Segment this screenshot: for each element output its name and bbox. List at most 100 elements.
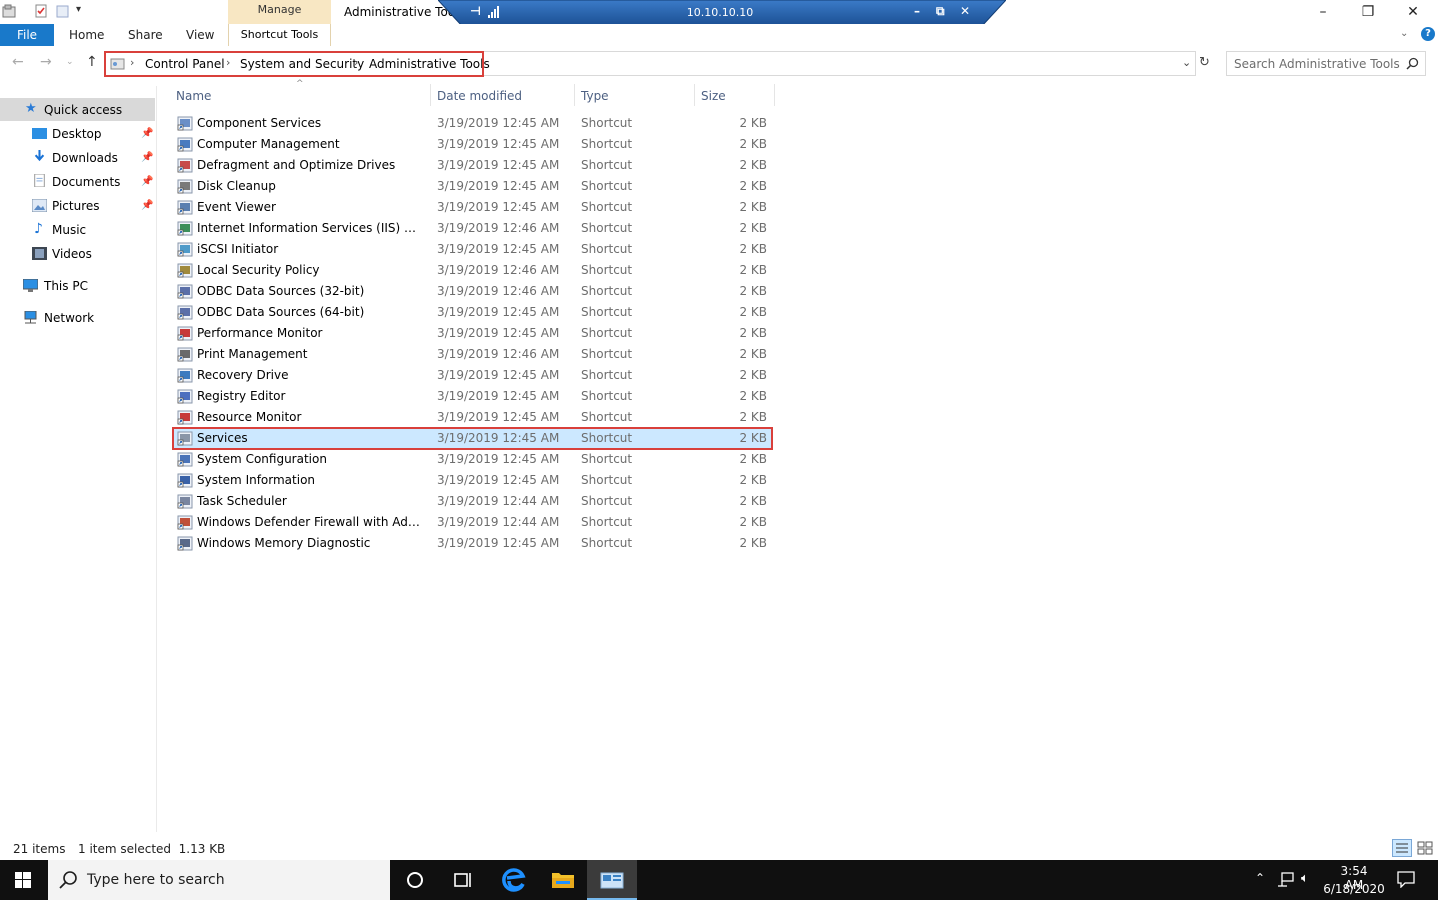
file-explorer-icon[interactable]	[538, 860, 588, 900]
file-date: 3/19/2019 12:44 AM	[437, 515, 560, 529]
file-date: 3/19/2019 12:44 AM	[437, 494, 560, 508]
column-divider[interactable]	[430, 84, 431, 106]
network-status-icon[interactable]	[1277, 872, 1295, 888]
file-size: 2 KB	[739, 242, 767, 256]
file-date: 3/19/2019 12:45 AM	[437, 137, 560, 151]
column-header-date[interactable]: Date modified	[437, 89, 522, 103]
shortcut-icon	[177, 410, 193, 425]
forward-button[interactable]: →	[40, 54, 52, 70]
file-type: Shortcut	[581, 137, 633, 151]
help-icon[interactable]: ?	[1421, 27, 1435, 41]
table-row[interactable]: Defragment and Optimize Drives 3/19/2019 …	[173, 155, 773, 176]
new-folder-icon[interactable]	[56, 4, 70, 18]
table-row[interactable]: System Information 3/19/2019 12:45 AM Shor…	[173, 470, 773, 491]
column-divider[interactable]	[574, 84, 575, 106]
rdp-minimize-button[interactable]: –	[914, 4, 920, 18]
file-size: 2 KB	[739, 536, 767, 550]
sidebar-item-network[interactable]: Network	[44, 311, 94, 325]
table-row[interactable]: ODBC Data Sources (64-bit) 3/19/2019 12:4…	[173, 302, 773, 323]
column-header-type[interactable]: Type	[581, 89, 609, 103]
table-row[interactable]: System Configuration 3/19/2019 12:45 AM Sh…	[173, 449, 773, 470]
sidebar-item-downloads[interactable]: Downloads	[52, 151, 118, 165]
file-size: 2 KB	[739, 263, 767, 277]
file-size: 2 KB	[739, 473, 767, 487]
file-name: Event Viewer	[197, 200, 276, 214]
table-row[interactable]: Task Scheduler 3/19/2019 12:44 AM Shortcut…	[173, 491, 773, 512]
sidebar-item-pictures[interactable]: Pictures	[52, 199, 100, 213]
column-divider[interactable]	[774, 84, 775, 106]
large-icons-view-icon[interactable]	[1417, 841, 1433, 855]
table-row[interactable]: Recovery Drive 3/19/2019 12:45 AM Shortcut…	[173, 365, 773, 386]
pin-icon[interactable]: 📌	[141, 152, 153, 163]
action-center-icon[interactable]	[1397, 871, 1415, 888]
recent-locations-icon[interactable]: ⌄	[66, 57, 74, 67]
edge-browser-icon[interactable]	[489, 860, 539, 900]
properties-icon[interactable]	[34, 4, 48, 18]
file-name: ODBC Data Sources (64-bit)	[197, 305, 365, 319]
table-row[interactable]: Component Services 3/19/2019 12:45 AM Shor…	[173, 113, 773, 134]
file-name: System Configuration	[197, 452, 327, 466]
sidebar-item-this-pc[interactable]: This PC	[44, 279, 88, 293]
shortcut-icon	[177, 326, 193, 341]
rdp-host-label: 10.10.10.10	[686, 6, 754, 19]
tab-share[interactable]: Share	[128, 28, 163, 42]
table-row[interactable]: Registry Editor 3/19/2019 12:45 AM Shortcu…	[173, 386, 773, 407]
rdp-restore-button[interactable]: ⧉	[936, 4, 945, 19]
file-date: 3/19/2019 12:45 AM	[437, 305, 560, 319]
show-hidden-icons-icon[interactable]: ⌃	[1255, 871, 1265, 885]
minimize-button[interactable]: –	[1300, 2, 1346, 22]
column-header-size[interactable]: Size	[701, 89, 726, 103]
file-type: Shortcut	[581, 326, 633, 340]
tab-view[interactable]: View	[186, 28, 214, 42]
pin-icon[interactable]: 📌	[141, 176, 153, 187]
table-row[interactable]: Event Viewer 3/19/2019 12:45 AM Shortcut 2 …	[173, 197, 773, 218]
sidebar-item-videos[interactable]: Videos	[52, 247, 92, 261]
pin-icon[interactable]: ⊣	[470, 4, 481, 18]
pin-icon[interactable]: 📌	[141, 200, 153, 211]
clock-date[interactable]: 6/18/2020	[1322, 882, 1386, 896]
close-button[interactable]: ✕	[1390, 2, 1436, 22]
file-date: 3/19/2019 12:46 AM	[437, 263, 560, 277]
file-name: Defragment and Optimize Drives	[197, 158, 396, 172]
sidebar-item-documents[interactable]: Documents	[52, 175, 120, 189]
tab-home[interactable]: Home	[69, 28, 104, 42]
table-row[interactable]: ODBC Data Sources (32-bit) 3/19/2019 12:4…	[173, 281, 773, 302]
column-divider[interactable]	[694, 84, 695, 106]
volume-icon[interactable]: 🔈︎	[1301, 871, 1309, 886]
ribbon-tabs	[0, 24, 1438, 46]
tab-shortcut-tools[interactable]: Shortcut Tools	[228, 24, 331, 46]
file-name: Component Services	[197, 116, 322, 130]
sidebar-item-quick-access[interactable]: Quick access	[44, 103, 122, 117]
pin-icon[interactable]: 📌	[141, 128, 153, 139]
refresh-icon[interactable]: ↻	[1199, 55, 1210, 70]
file-type: Shortcut	[581, 452, 633, 466]
qat-dropdown-icon[interactable]: ▾	[76, 4, 81, 15]
table-row[interactable]: Windows Memory Diagnostic 3/19/2019 12:45…	[173, 533, 773, 554]
rdp-close-button[interactable]: ✕	[960, 4, 970, 18]
address-dropdown-icon[interactable]: ⌄	[1182, 56, 1191, 69]
file-type: Shortcut	[581, 305, 633, 319]
back-button[interactable]: ←	[12, 54, 24, 70]
table-row[interactable]: iSCSI Initiator 3/19/2019 12:45 AM Shortcu…	[173, 239, 773, 260]
tab-file[interactable]: File	[0, 24, 54, 46]
table-row[interactable]: Resource Monitor 3/19/2019 12:45 AM Shortc…	[173, 407, 773, 428]
cortana-icon[interactable]	[390, 860, 440, 900]
table-row[interactable]: Internet Information Services (IIS) Mana…	[173, 218, 773, 239]
up-button[interactable]: ↑	[86, 54, 98, 70]
table-row[interactable]: Disk Cleanup 3/19/2019 12:45 AM Shortcut 2 …	[173, 176, 773, 197]
table-row[interactable]: Computer Management 3/19/2019 12:45 AM Sho…	[173, 134, 773, 155]
search-icon[interactable]	[1406, 57, 1419, 70]
windows-start-icon[interactable]	[0, 860, 47, 900]
task-view-icon[interactable]	[438, 860, 488, 900]
sidebar-item-music[interactable]: Music	[52, 223, 86, 237]
expand-ribbon-icon[interactable]: ⌄	[1400, 28, 1408, 39]
table-row[interactable]: Windows Defender Firewall with Advanc...…	[173, 512, 773, 533]
table-row[interactable]: Print Management 3/19/2019 12:46 AM Shortc…	[173, 344, 773, 365]
table-row[interactable]: Performance Monitor 3/19/2019 12:45 AM Sho…	[173, 323, 773, 344]
column-header-name[interactable]: Name	[176, 89, 211, 103]
file-date: 3/19/2019 12:46 AM	[437, 347, 560, 361]
table-row[interactable]: Local Security Policy 3/19/2019 12:46 AM S…	[173, 260, 773, 281]
sidebar-item-desktop[interactable]: Desktop	[52, 127, 102, 141]
maximize-button[interactable]: ❐	[1345, 2, 1391, 22]
details-view-icon[interactable]	[1392, 839, 1412, 857]
